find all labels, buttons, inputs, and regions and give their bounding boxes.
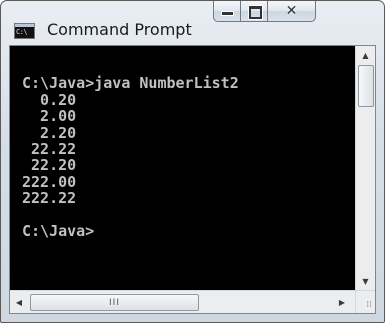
close-button[interactable]: ✕	[268, 1, 316, 22]
minimize-button[interactable]	[213, 1, 241, 22]
arrow-up-icon: ▲	[362, 50, 369, 60]
horizontal-scrollbar[interactable]: ◀ III ▶	[10, 290, 355, 313]
arrow-down-icon: ▼	[362, 276, 369, 286]
maximize-icon	[249, 6, 262, 19]
window-title: Command Prompt	[47, 20, 192, 39]
command-prompt-window: C:\ Command Prompt ✕ C:\Java>java Number…	[0, 0, 385, 323]
arrow-right-icon: ▶	[338, 297, 346, 307]
vertical-scrollbar[interactable]: ▲ ▼	[355, 46, 375, 290]
horizontal-scroll-thumb[interactable]: III	[30, 294, 199, 311]
scroll-down-button[interactable]: ▼	[356, 272, 375, 290]
grip-icon: III	[109, 297, 120, 308]
scroll-right-button[interactable]: ▶	[333, 291, 351, 313]
console-text: C:\Java>java NumberList2 0.20 2.00 2.20 …	[22, 74, 239, 241]
arrow-left-icon: ◀	[15, 297, 23, 307]
close-icon: ✕	[285, 3, 298, 19]
caption-buttons: ✕	[213, 1, 375, 23]
scroll-left-button[interactable]: ◀	[10, 291, 28, 313]
console-icon-text: C:\	[16, 28, 28, 36]
maximize-button[interactable]	[241, 1, 268, 22]
minimize-icon	[222, 12, 233, 15]
size-grip[interactable]: ⁞⁞	[355, 290, 375, 313]
resize-grip-icon: ⁞⁞	[366, 300, 372, 310]
scroll-up-button[interactable]: ▲	[356, 46, 375, 64]
console-frame: C:\Java>java NumberList2 0.20 2.00 2.20 …	[9, 45, 376, 314]
console-icon[interactable]: C:\	[14, 23, 35, 39]
console-output[interactable]: C:\Java>java NumberList2 0.20 2.00 2.20 …	[10, 46, 355, 290]
vertical-scroll-thumb[interactable]	[358, 65, 374, 107]
title-bar[interactable]: C:\ Command Prompt ✕	[1, 1, 384, 45]
